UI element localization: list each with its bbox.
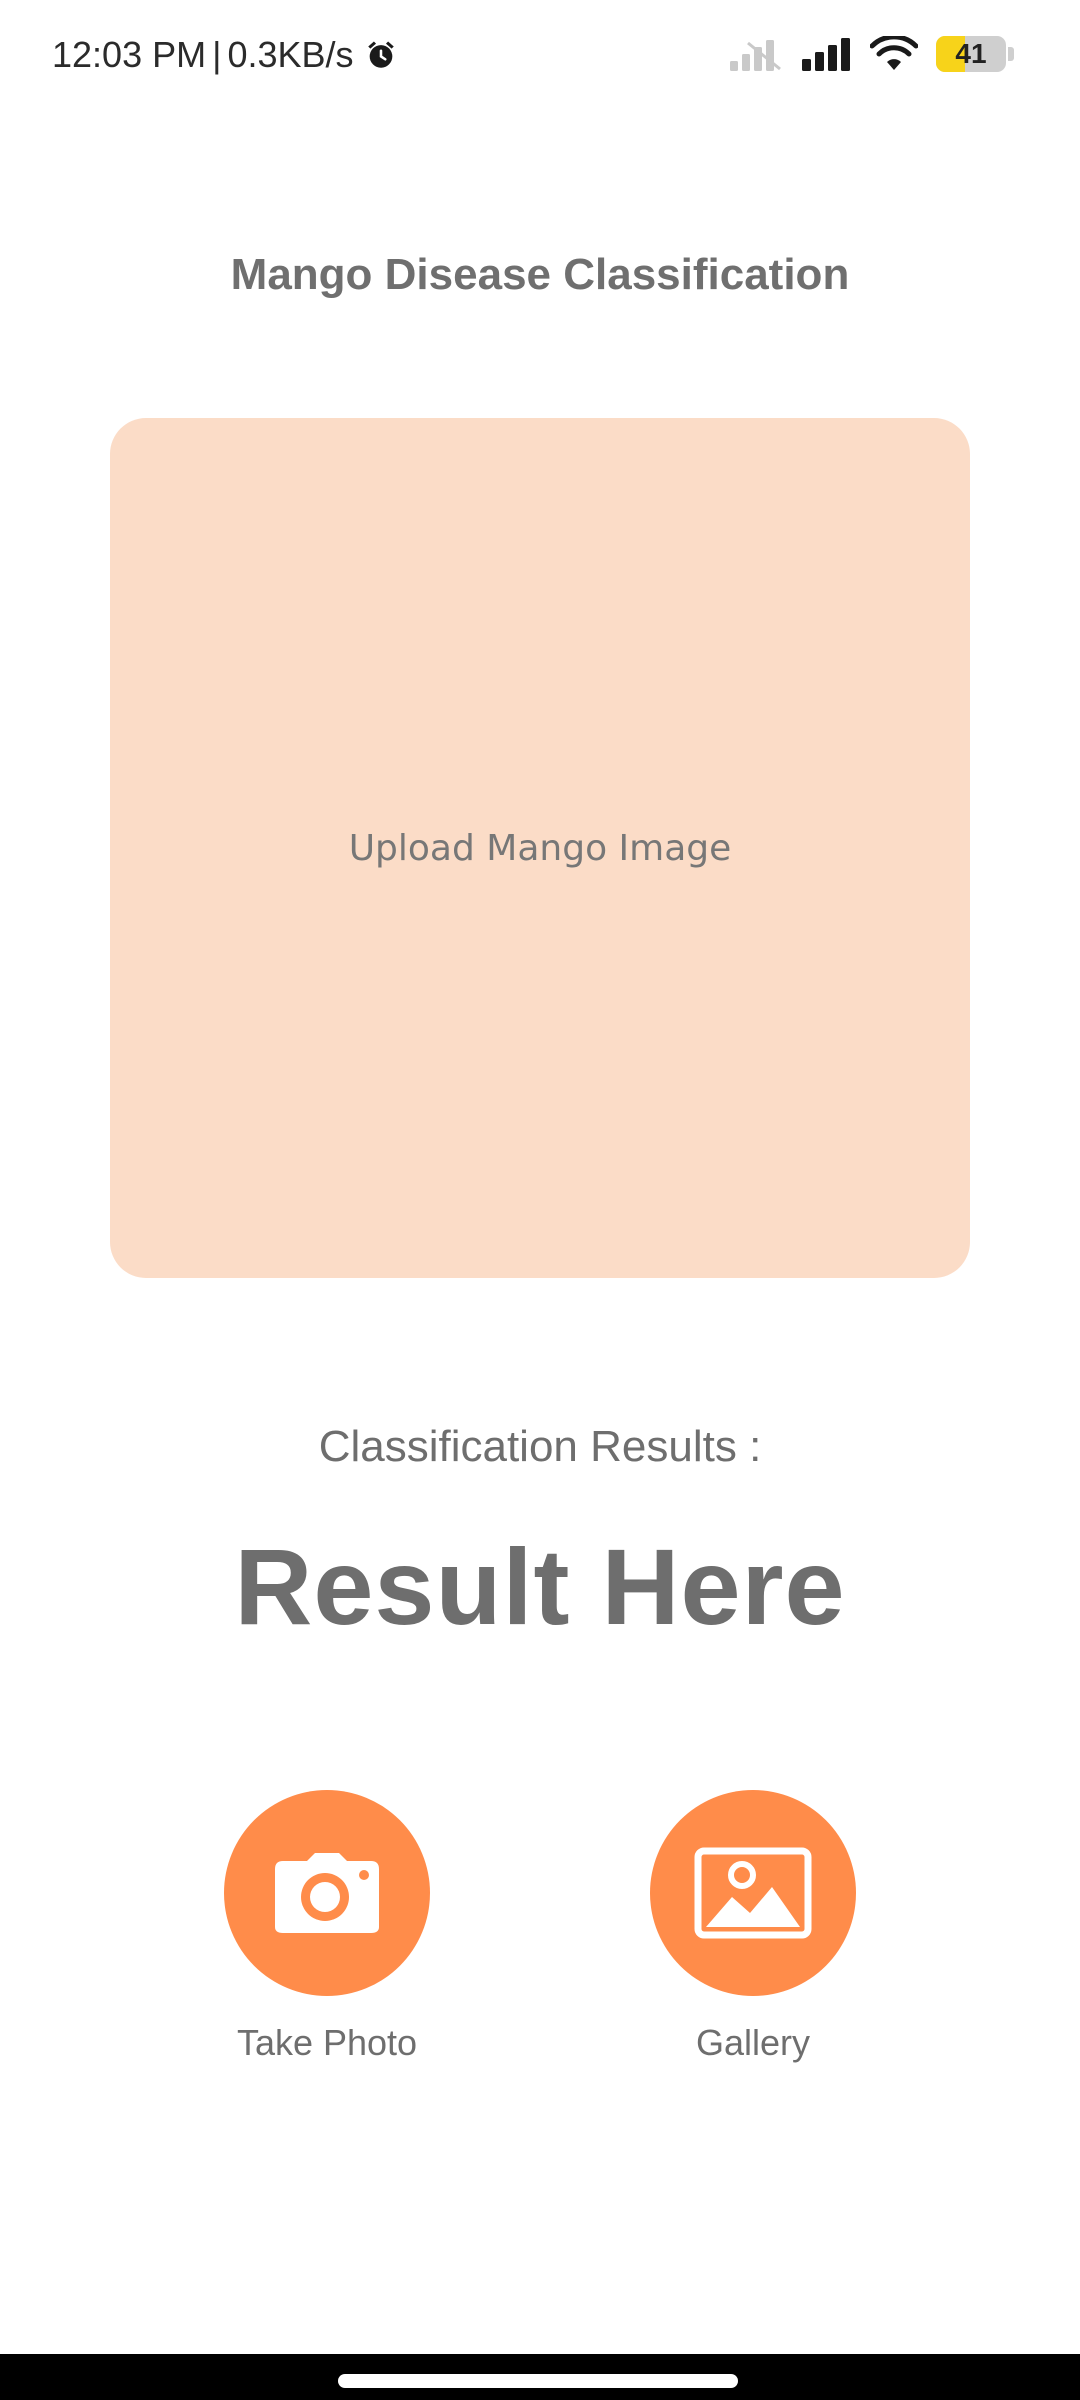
take-photo-button[interactable] (224, 1790, 430, 1996)
camera-icon (275, 1853, 379, 1933)
battery-level: 41 (955, 38, 987, 69)
status-bar: 12:03 PM | 0.3KB/s 41 (0, 0, 1080, 116)
page-title: Mango Disease Classification (230, 250, 850, 299)
battery-icon: 41 (936, 36, 1006, 72)
battery-tip (1008, 47, 1014, 61)
take-photo-action: Take Photo (177, 1790, 477, 2064)
gallery-button[interactable] (650, 1790, 856, 1996)
alarm-icon (367, 41, 394, 68)
wifi-icon (870, 36, 918, 70)
navigation-bar (0, 2354, 1080, 2400)
upload-label: Upload Mango Image (348, 827, 732, 869)
signal-off-icon (730, 40, 781, 71)
image-icon (694, 1847, 812, 1939)
gallery-label: Gallery (695, 2022, 811, 2063)
classification-results-label: Classification Results : (318, 1422, 762, 1471)
gallery-action: Gallery (603, 1790, 903, 2064)
signal-icon (802, 38, 850, 71)
status-separator: | (212, 34, 222, 75)
home-indicator[interactable] (338, 2374, 738, 2388)
take-photo-label: Take Photo (236, 2022, 418, 2063)
status-left: 12:03 PM | 0.3KB/s (52, 34, 398, 76)
status-right: 41 (728, 36, 1014, 72)
upload-image-area[interactable]: Upload Mango Image (110, 418, 970, 1278)
status-time: 12:03 PM (52, 34, 207, 75)
status-network-speed: 0.3KB/s (227, 34, 354, 75)
result-value: Result Here (234, 1526, 846, 1647)
